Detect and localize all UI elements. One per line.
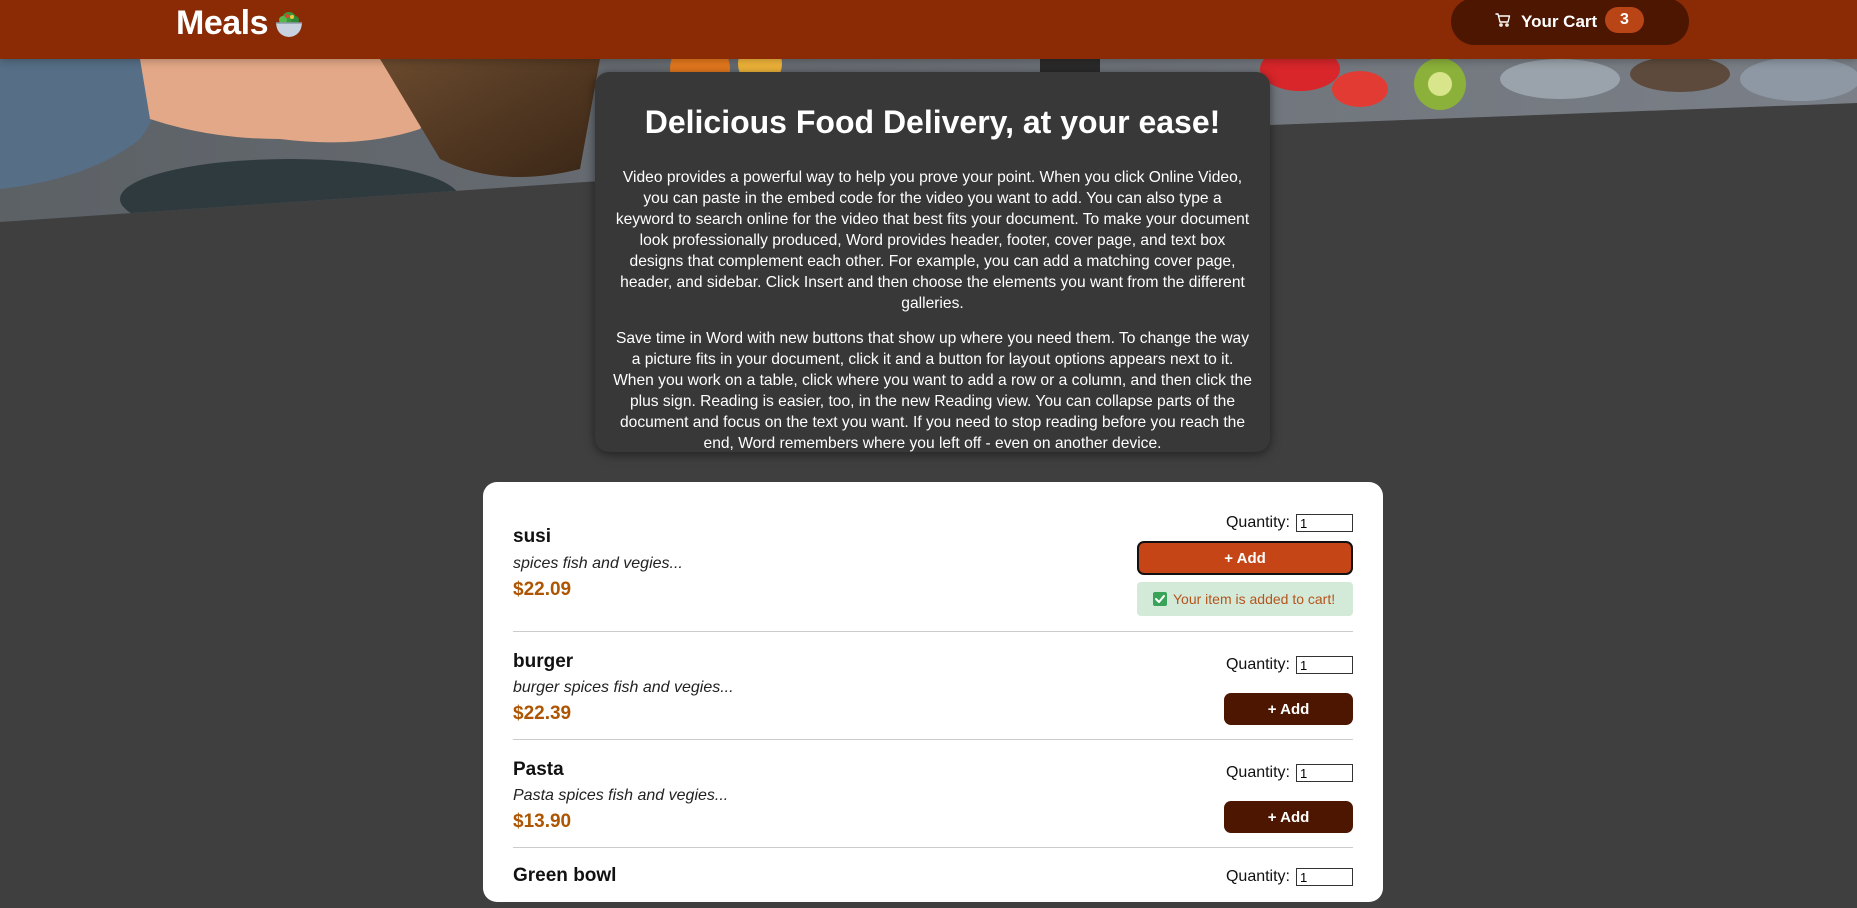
quantity-row: Quantity: [1226, 514, 1353, 532]
add-to-cart-button[interactable]: + Add [1137, 541, 1353, 575]
meal-item: burger burger spices fish and vegies... … [513, 632, 1353, 740]
app-header: Meals Your Cart 3 [0, 0, 1857, 59]
added-to-cart-toast: Your item is added to cart! [1137, 582, 1353, 616]
meal-name: burger [513, 651, 574, 672]
meal-price: $22.39 [513, 703, 572, 724]
add-to-cart-button[interactable]: + Add [1224, 693, 1353, 725]
meal-price: $22.09 [513, 579, 572, 600]
meal-name: Pasta [513, 759, 564, 780]
quantity-label: Quantity: [1225, 514, 1290, 531]
checkbox-checked-icon [1153, 592, 1167, 606]
salad-bowl-icon [272, 7, 306, 41]
meal-item: susi spices fish and vegies... $22.09 Qu… [513, 482, 1353, 632]
quantity-row: Quantity: [1226, 868, 1353, 886]
meal-price: $13.90 [513, 811, 572, 832]
summary-paragraph: Save time in Word with new buttons that … [613, 329, 1252, 452]
meal-description: Pasta spices fish and vegies... [513, 787, 729, 804]
meal-name: susi [513, 526, 552, 547]
meal-description: spices fish and vegies... [513, 555, 683, 572]
meal-description: burger spices fish and vegies... [513, 679, 734, 696]
quantity-row: Quantity: [1226, 656, 1353, 674]
quantity-label: Quantity: [1225, 868, 1290, 885]
quantity-input[interactable] [1296, 514, 1353, 532]
quantity-input[interactable] [1296, 764, 1353, 782]
quantity-input[interactable] [1296, 868, 1353, 886]
logo[interactable]: Meals [176, 4, 306, 43]
summary-title: Delicious Food Delivery, at your ease! [644, 104, 1221, 140]
toast-message: Your item is added to cart! [1173, 591, 1336, 607]
meal-item: Pasta Pasta spices fish and vegies... $1… [513, 740, 1353, 848]
meals-list: susi spices fish and vegies... $22.09 Qu… [483, 482, 1383, 902]
add-to-cart-button[interactable]: + Add [1224, 801, 1353, 833]
meal-name: Green bowl [513, 865, 617, 886]
logo-text: Meals [176, 4, 269, 42]
quantity-label: Quantity: [1225, 656, 1290, 673]
cart-count-badge: 3 [1605, 7, 1644, 33]
summary-card: Delicious Food Delivery, at your ease! V… [595, 72, 1270, 452]
cart-button[interactable]: Your Cart 3 [1451, 0, 1689, 45]
cart-icon [1495, 12, 1511, 28]
summary-paragraph: Video provides a powerful way to help yo… [615, 168, 1250, 312]
quantity-input[interactable] [1296, 656, 1353, 674]
quantity-label: Quantity: [1225, 764, 1290, 781]
cart-label: Your Cart [1521, 11, 1598, 31]
meal-item: Green bowl Quantity: [513, 848, 1353, 908]
quantity-row: Quantity: [1226, 764, 1353, 782]
